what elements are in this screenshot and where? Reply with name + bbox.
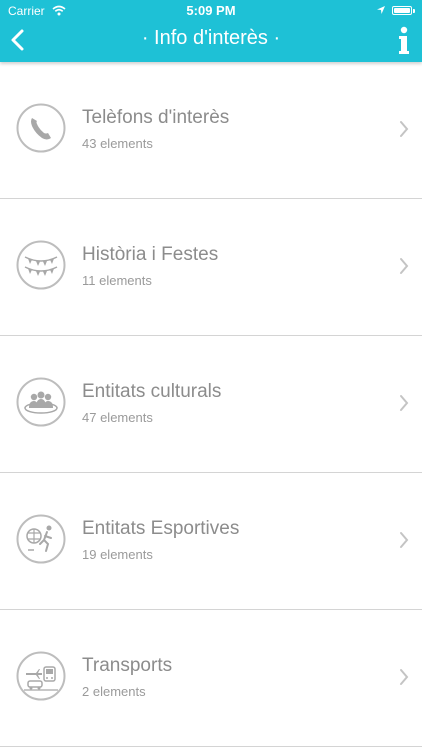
location-arrow-icon [377,6,385,14]
list-item-transports[interactable]: Transports 2 elements [0,610,422,747]
page-title: · Info d'interès · [141,27,281,49]
chevron-right-icon [400,395,409,411]
battery-tip [413,9,415,13]
item-count: 43 elements [82,136,153,151]
category-list: Telèfons d'interès 43 elements Història … [0,62,422,747]
info-button[interactable] [392,22,416,58]
list-item-historia[interactable]: Història i Festes 11 elements [0,199,422,336]
bunting-icon [16,240,66,290]
group-icon [16,377,66,427]
battery-icon [392,6,412,15]
status-time: 5:09 PM [186,3,236,18]
item-title: Entitats culturals [82,381,222,402]
sports-icon [16,514,66,564]
list-item-culturals[interactable]: Entitats culturals 47 elements [0,336,422,473]
item-count: 2 elements [82,684,146,699]
item-count: 19 elements [82,547,153,562]
item-count: 47 elements [82,410,153,425]
item-count: 11 elements [82,273,152,288]
chevron-right-icon [400,258,409,274]
transport-icon [16,651,66,701]
chevron-right-icon [400,669,409,685]
list-item-esportives[interactable]: Entitats Esportives 19 elements [0,473,422,610]
list-item-telefons[interactable]: Telèfons d'interès 43 elements [0,62,422,199]
item-title: Entitats Esportives [82,518,240,539]
chevron-right-icon [400,532,409,548]
item-title: Telèfons d'interès [82,107,230,128]
status-bar: Carrier 5:09 PM [0,0,422,22]
item-title: Història i Festes [82,244,219,265]
chevron-right-icon [400,121,409,137]
phone-icon [16,103,66,153]
navigation-bar: Carrier 5:09 PM · Info d'interès · [0,0,422,62]
item-title: Transports [82,655,173,676]
